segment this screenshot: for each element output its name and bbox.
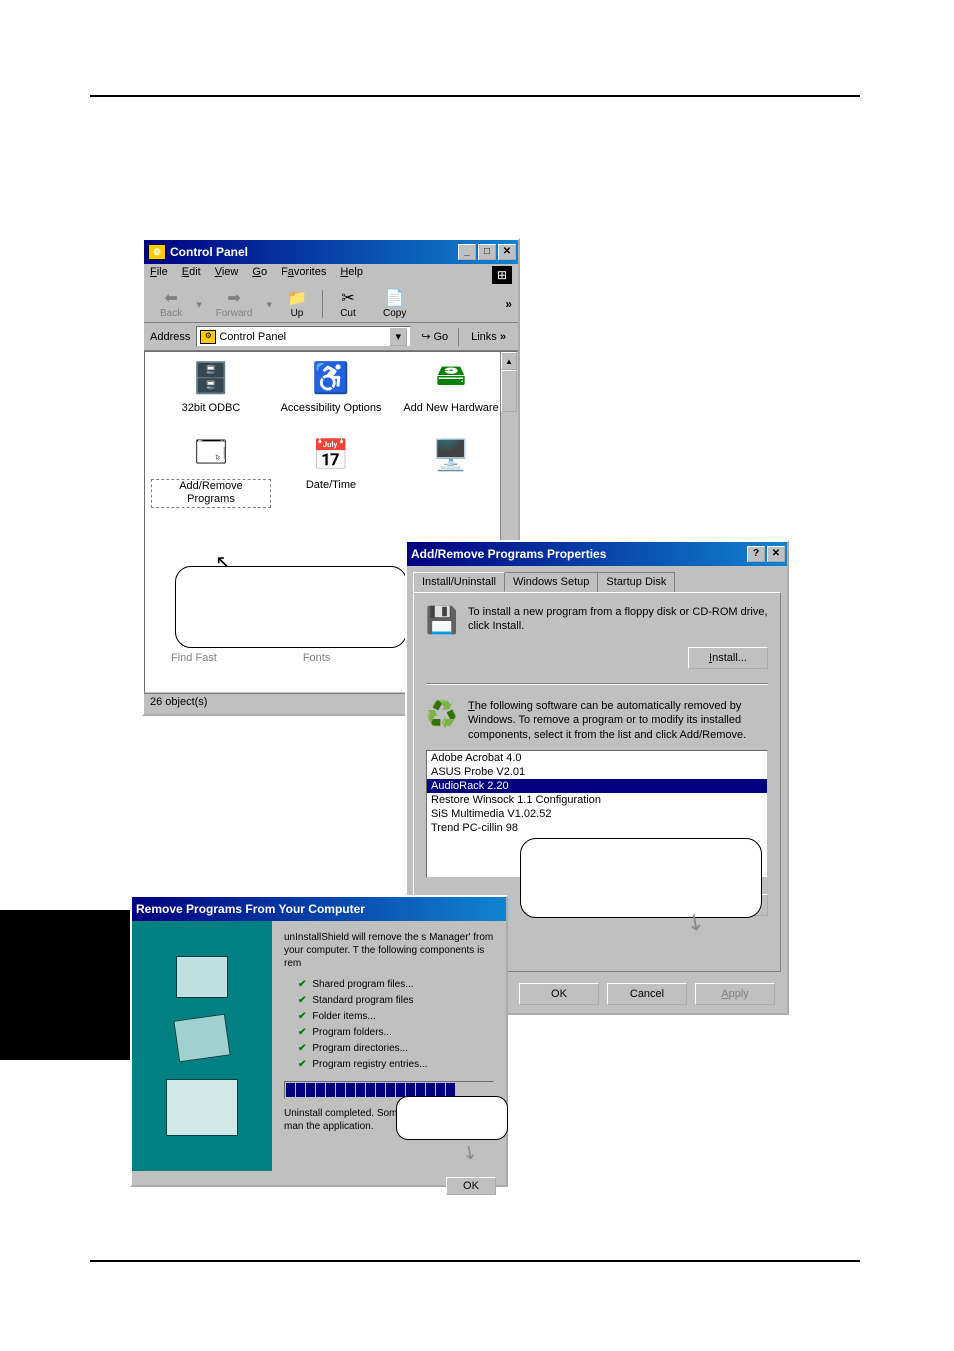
menu-view[interactable]: View <box>215 266 239 284</box>
copy-button[interactable]: 📄Copy <box>373 289 416 319</box>
icon-date-time[interactable]: 📅Date/Time <box>271 435 391 507</box>
faded-row: Find Fast Fonts Ga <box>171 652 431 664</box>
address-combo[interactable]: ⚙ Control Panel ▾ <box>196 326 411 347</box>
menu-file[interactable]: File <box>150 266 168 284</box>
uninst-intro: unInstallShield will remove the s Manage… <box>284 931 494 970</box>
ok-button[interactable]: OK <box>519 983 599 1005</box>
install-disk-icon: 💾 <box>426 605 458 637</box>
check-icon: ✔ <box>298 1027 306 1038</box>
recycle-icon: ♻️ <box>426 699 458 731</box>
window-title: Control Panel <box>170 245 248 259</box>
art-box-icon <box>176 956 228 998</box>
list-item-selected[interactable]: AudioRack 2.20 <box>427 779 767 793</box>
callout-bubble-2 <box>520 838 762 918</box>
apply-button[interactable]: Apply <box>695 983 775 1005</box>
display-icon: 🖥️ <box>430 435 472 475</box>
list-item[interactable]: Trend PC-cillin 98 <box>427 821 767 835</box>
uninst-title: Remove Programs From Your Computer <box>136 902 365 916</box>
minimize-button[interactable]: _ <box>458 244 476 260</box>
chevron-down-icon[interactable]: ▾ <box>389 327 407 346</box>
uninstall-shield-window: Remove Programs From Your Computer unIns… <box>130 895 508 1187</box>
menu-favorites[interactable]: Favorites <box>281 266 326 284</box>
dialog-title: Add/Remove Programs Properties <box>411 547 606 561</box>
cut-icon: ✂ <box>337 289 359 307</box>
uninst-ok-button[interactable]: OK <box>446 1177 496 1195</box>
page-rule-top <box>90 95 860 97</box>
close-button[interactable]: ✕ <box>767 546 785 562</box>
up-icon: 📁 <box>286 289 308 307</box>
folder-icon: ⚙ <box>200 330 216 344</box>
tab-windows-setup[interactable]: Windows Setup <box>504 572 598 592</box>
art-computer-icon <box>166 1079 238 1136</box>
install-button[interactable]: Install... <box>688 647 768 669</box>
go-icon: ↪ <box>421 330 430 343</box>
tab-startup-disk[interactable]: Startup Disk <box>597 572 675 592</box>
copy-icon: 📄 <box>384 289 406 307</box>
back-icon: ⬅ <box>160 289 182 307</box>
icon-32bit-odbc[interactable]: 🗄️32bit ODBC <box>151 358 271 415</box>
toolbar-overflow[interactable]: » <box>505 297 512 311</box>
back-button[interactable]: ⬅Back <box>150 289 192 319</box>
sidebar-black <box>0 910 130 1060</box>
titlebar[interactable]: ⚙ Control Panel _ □ ✕ <box>144 240 518 264</box>
list-item[interactable]: Restore Winsock 1.1 Configuration <box>427 793 767 807</box>
accessibility-icon: ♿ <box>310 358 352 398</box>
forward-icon: ➡ <box>223 289 245 307</box>
uninst-side-art <box>132 921 272 1171</box>
scroll-up-icon[interactable]: ▲ <box>501 352 517 370</box>
forward-button[interactable]: ➡Forward <box>206 289 263 319</box>
tab-strip: Install/Uninstall Windows Setup Startup … <box>407 566 787 592</box>
icon-add-hardware[interactable]: 🖴Add New Hardware <box>391 358 511 415</box>
page-rule-bottom <box>90 1260 860 1262</box>
check-icon: ✔ <box>298 1011 306 1022</box>
art-box-icon <box>173 1014 230 1063</box>
add-remove-icon: 🗔 <box>190 435 232 475</box>
icon-display[interactable]: 🖥️ <box>391 435 511 507</box>
cancel-button[interactable]: Cancel <box>607 983 687 1005</box>
list-item[interactable]: Adobe Acrobat 4.0 <box>427 751 767 765</box>
check-icon: ✔ <box>298 995 306 1006</box>
icon-accessibility[interactable]: ♿Accessibility Options <box>271 358 391 415</box>
control-panel-icon: ⚙ <box>148 244 166 260</box>
menu-edit[interactable]: Edit <box>182 266 201 284</box>
menu-help[interactable]: Help <box>340 266 363 284</box>
install-section: 💾 To install a new program from a floppy… <box>426 605 768 637</box>
odbc-icon: 🗄️ <box>190 358 232 398</box>
address-label: Address <box>150 331 190 343</box>
address-bar: Address ⚙ Control Panel ▾ ↪Go Links » <box>144 323 518 351</box>
list-item[interactable]: SiS Multimedia V1.02.52 <box>427 807 767 821</box>
menu-go[interactable]: Go <box>252 266 267 284</box>
remove-section: ♻️ The following software can be automat… <box>426 699 768 742</box>
check-icon: ✔ <box>298 979 306 990</box>
datetime-icon: 📅 <box>310 435 352 475</box>
install-text: To install a new program from a floppy d… <box>468 605 768 637</box>
check-icon: ✔ <box>298 1059 306 1070</box>
uninst-titlebar[interactable]: Remove Programs From Your Computer <box>132 897 506 921</box>
links-button[interactable]: Links » <box>465 331 512 343</box>
windows-logo-icon <box>492 266 512 284</box>
remove-text: The following software can be automatica… <box>468 699 768 742</box>
check-icon: ✔ <box>298 1043 306 1054</box>
scroll-thumb[interactable] <box>501 370 517 412</box>
callout-bubble <box>175 566 407 648</box>
toolbar: ⬅Back ▾ ➡Forward ▾ 📁Up ✂Cut 📄Copy » <box>144 286 518 323</box>
callout-bubble-3 <box>396 1096 508 1140</box>
help-button[interactable]: ? <box>747 546 765 562</box>
uninst-checklist: ✔Shared program files... ✔Standard progr… <box>298 978 494 1071</box>
list-item[interactable]: ASUS Probe V2.01 <box>427 765 767 779</box>
icon-add-remove-programs[interactable]: 🗔Add/Remove Programs <box>151 435 271 507</box>
up-button[interactable]: 📁Up <box>276 289 318 319</box>
maximize-button[interactable]: □ <box>478 244 496 260</box>
close-button[interactable]: ✕ <box>498 244 516 260</box>
cut-button[interactable]: ✂Cut <box>327 289 369 319</box>
hardware-icon: 🖴 <box>430 358 472 398</box>
tab-install-uninstall[interactable]: Install/Uninstall <box>413 572 505 592</box>
dialog-titlebar[interactable]: Add/Remove Programs Properties ? ✕ <box>407 542 787 566</box>
menu-bar: File Edit View Go Favorites Help <box>144 264 518 286</box>
go-button[interactable]: ↪Go <box>417 330 452 343</box>
address-value: Control Panel <box>219 331 286 343</box>
